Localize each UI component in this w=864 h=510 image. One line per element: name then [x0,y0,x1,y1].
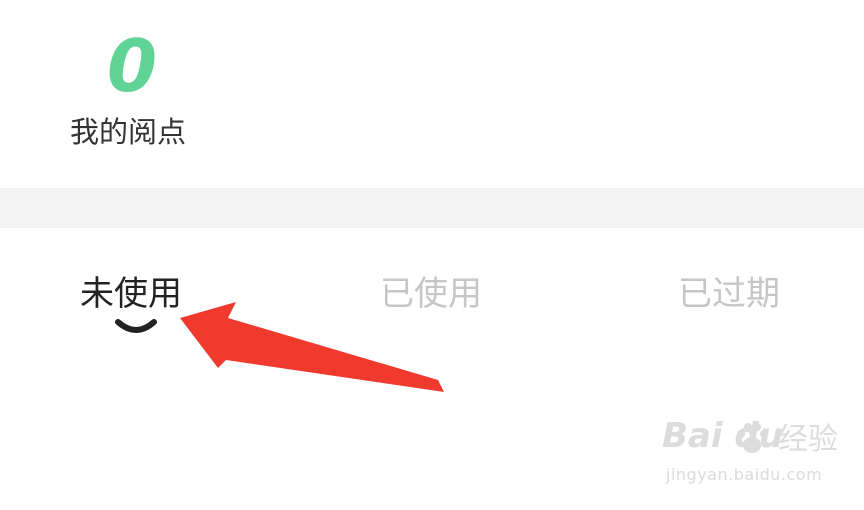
points-label: 我的阅点 [70,115,187,149]
tab-expired[interactable]: 已过期 [678,272,780,316]
watermark-url: jingyan.baidu.com [666,465,823,484]
coupon-tabs: 未使用 已使用 已过期 [0,260,864,340]
tab-unused[interactable]: 未使用 [80,272,182,316]
baidu-jingyan-watermark: Bai du 经验 jingyan.baidu.com [662,412,838,494]
tab-used[interactable]: 已使用 [380,272,482,316]
section-divider [0,188,864,228]
watermark-experience: 经验 [778,422,838,457]
points-value: 0 [106,24,158,108]
paw-icon [737,423,768,453]
active-tab-indicator [115,319,157,333]
my-points-block[interactable]: 0 我的阅点 [40,22,220,162]
